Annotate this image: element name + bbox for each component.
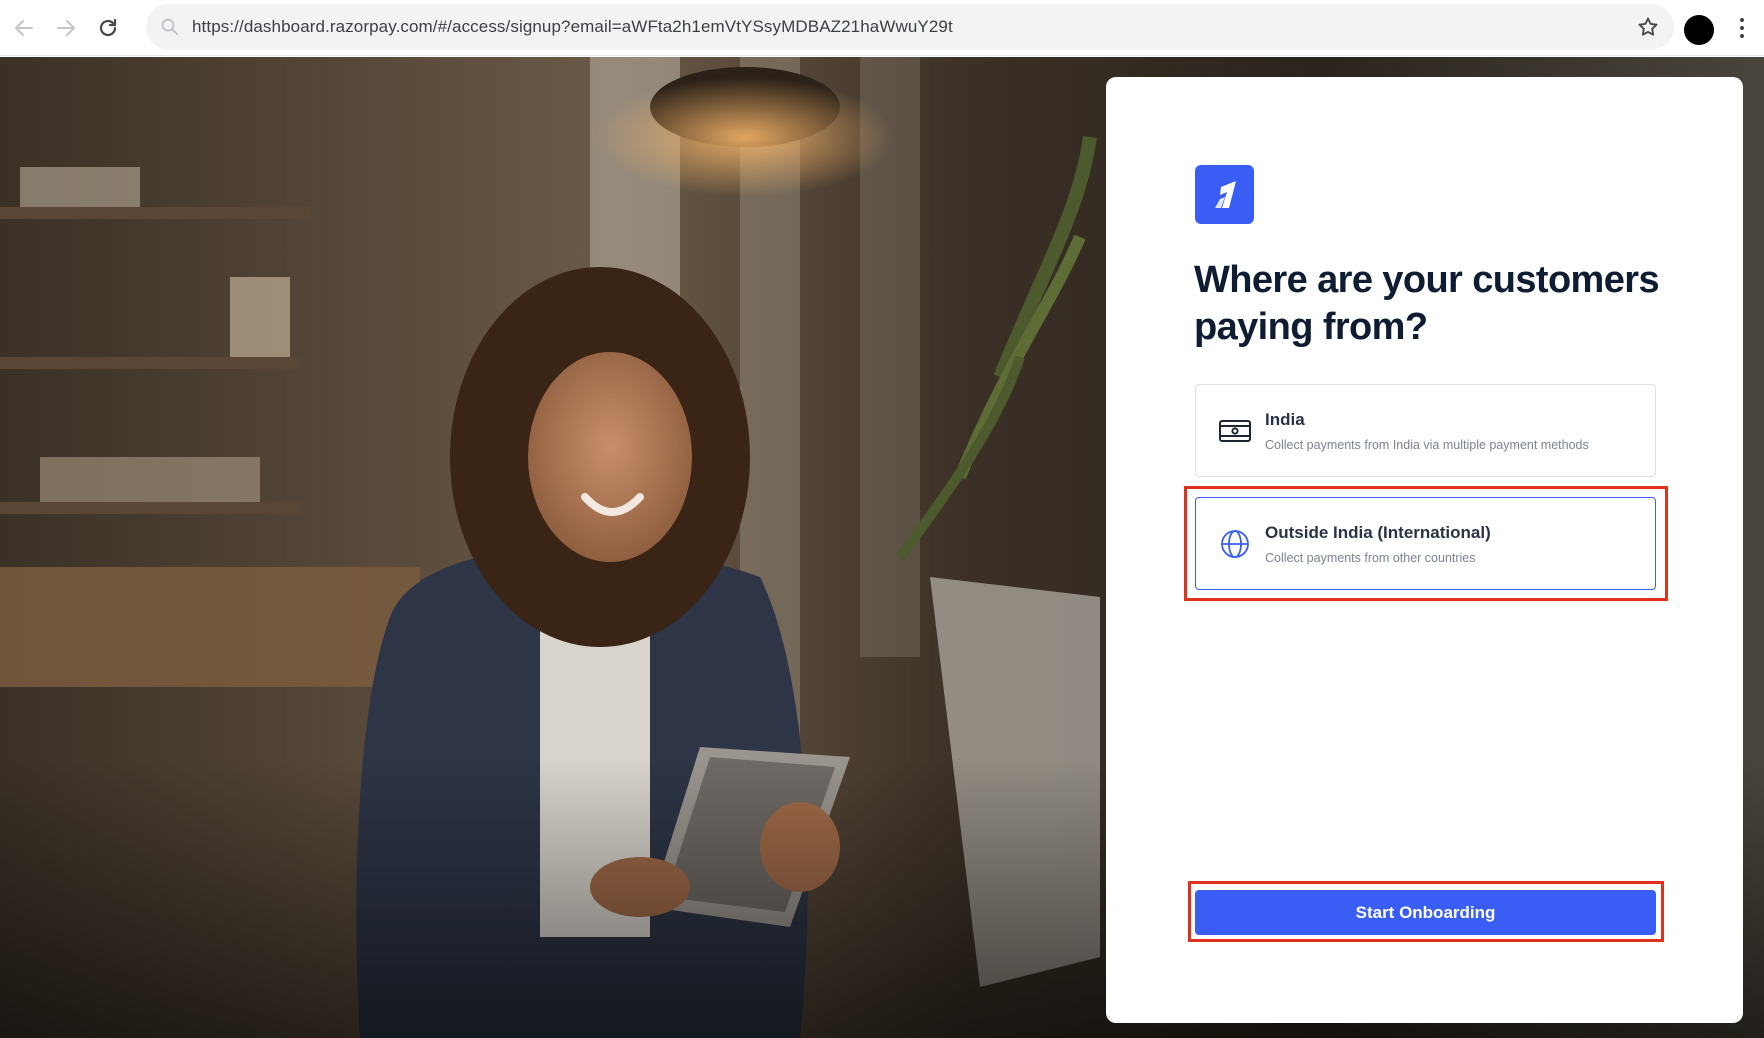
option-india[interactable]: India Collect payments from India via mu…: [1195, 384, 1656, 477]
back-button[interactable]: [6, 10, 42, 46]
option-international-subtitle: Collect payments from other countries: [1265, 550, 1476, 565]
reload-button[interactable]: [90, 10, 126, 46]
banknote-icon: [1218, 414, 1252, 448]
search-icon: [161, 18, 179, 36]
reload-icon: [99, 18, 117, 36]
onboarding-card: Where are your customers paying from? In…: [1106, 77, 1743, 1023]
kebab-menu-icon[interactable]: [1732, 13, 1752, 43]
back-arrow-icon: [15, 19, 33, 36]
star-icon[interactable]: [1636, 15, 1660, 39]
option-india-text: India Collect payments from India via mu…: [1265, 409, 1589, 453]
razorpay-logo: [1195, 165, 1254, 224]
globe-icon: [1218, 527, 1252, 561]
razorpay-logo-icon: [1214, 180, 1236, 208]
page-heading: Where are your customers paying from?: [1194, 259, 1660, 348]
url-text: https://dashboard.razorpay.com/#/access/…: [192, 17, 953, 36]
option-international-text: Outside India (International) Collect pa…: [1265, 522, 1491, 566]
option-international-title: Outside India (International): [1265, 522, 1491, 542]
forward-button[interactable]: [48, 10, 84, 46]
option-india-title: India: [1265, 409, 1305, 429]
option-international[interactable]: Outside India (International) Collect pa…: [1195, 497, 1656, 590]
browser-toolbar: https://dashboard.razorpay.com/#/access/…: [0, 0, 1764, 56]
profile-avatar[interactable]: [1684, 15, 1714, 45]
address-bar[interactable]: https://dashboard.razorpay.com/#/access/…: [146, 4, 1674, 50]
start-onboarding-button[interactable]: Start Onboarding: [1195, 890, 1656, 935]
option-india-subtitle: Collect payments from India via multiple…: [1265, 437, 1589, 452]
forward-arrow-icon: [57, 19, 75, 36]
signup-page: Where are your customers paying from? In…: [0, 57, 1764, 1038]
